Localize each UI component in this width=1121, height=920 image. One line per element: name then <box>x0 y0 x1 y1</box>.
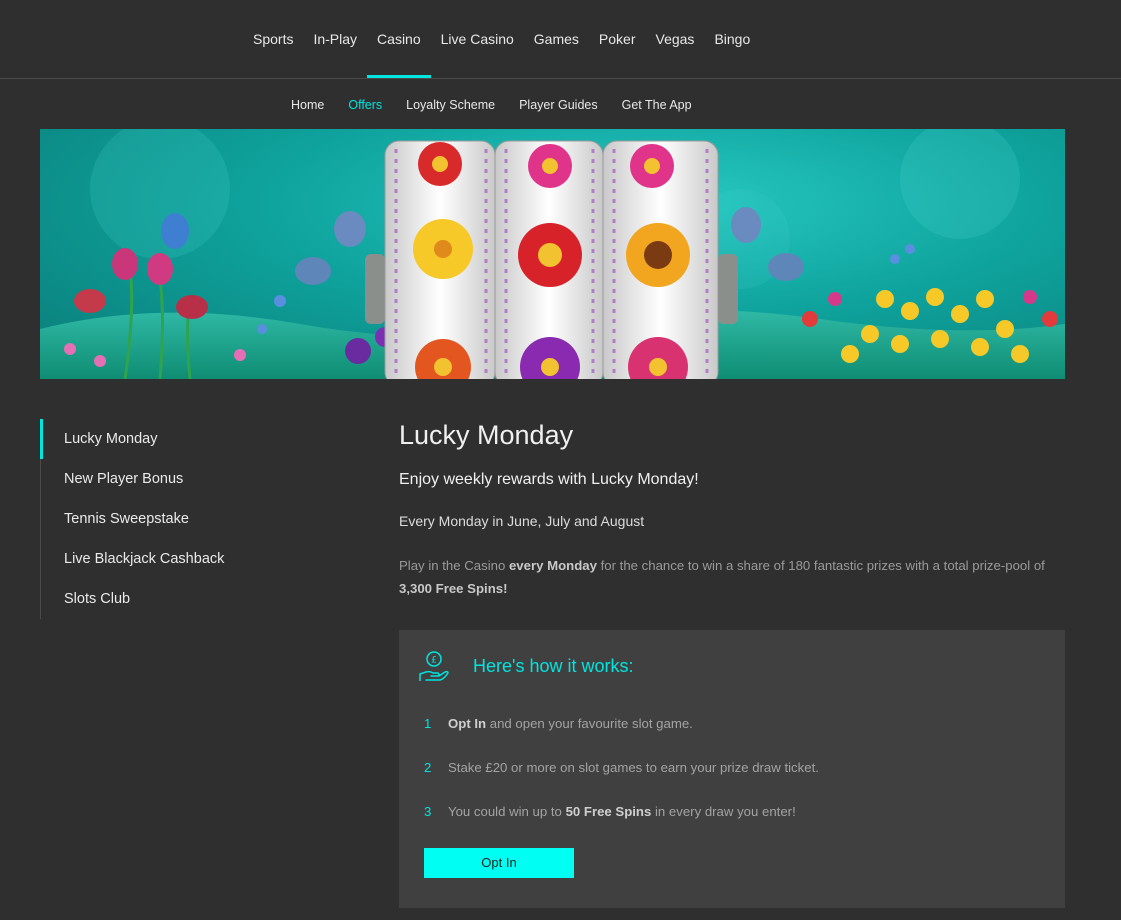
nav-bingo[interactable]: Bingo <box>704 0 760 78</box>
svg-text:£: £ <box>431 656 437 666</box>
desc-text-2: for the chance to win a share of 180 fan… <box>596 558 1045 573</box>
promo-dates: Every Monday in June, July and August <box>399 513 645 529</box>
nav-casino[interactable]: Casino <box>367 0 431 78</box>
desc-bold-1: every Monday <box>508 558 597 573</box>
main-nav: Sports In-Play Casino Live Casino Games … <box>0 0 1121 79</box>
subnav-get-the-app[interactable]: Get The App <box>612 79 702 131</box>
nav-in-play[interactable]: In-Play <box>303 0 367 78</box>
subnav-player-guides[interactable]: Player Guides <box>509 79 608 131</box>
nav-live-casino[interactable]: Live Casino <box>431 0 524 78</box>
opt-in-button[interactable]: Opt In <box>424 848 574 878</box>
step-2-number: 2 <box>424 760 432 775</box>
promo-description: Play in the Casino every Monday for the … <box>399 554 1049 600</box>
desc-bold-2: 3,300 Free Spins! <box>399 581 508 596</box>
side-item-live-blackjack-cashback[interactable]: Live Blackjack Cashback <box>41 539 300 579</box>
banner-illustration <box>40 129 1065 379</box>
how-it-works-panel: £ Here's how it works: 1 Opt In and open … <box>399 630 1065 908</box>
nav-poker[interactable]: Poker <box>589 0 646 78</box>
step-3-bold: 50 Free Spins <box>565 804 652 819</box>
step-2-text: Stake £20 or more on slot games to earn … <box>448 760 819 775</box>
sub-nav: Home Offers Loyalty Scheme Player Guides… <box>0 79 1121 129</box>
step-1-text: and open your favourite slot game. <box>486 716 693 731</box>
promo-lead: Enjoy weekly rewards with Lucky Monday! <box>399 471 699 488</box>
step-3-text-after: in every draw you enter! <box>651 804 796 819</box>
subnav-home[interactable]: Home <box>281 79 334 131</box>
side-item-tennis-sweepstake[interactable]: Tennis Sweepstake <box>41 499 300 539</box>
side-item-new-player-bonus[interactable]: New Player Bonus <box>41 459 300 499</box>
promo-content: Lucky Monday Enjoy weekly rewards with L… <box>399 415 1065 600</box>
desc-text-1: Play in the Casino <box>399 558 509 573</box>
step-3-text-before: You could win up to <box>448 804 566 819</box>
how-it-works-title: Here's how it works: <box>473 656 634 676</box>
step-1: 1 Opt In and open your favourite slot gam… <box>424 716 693 731</box>
subnav-offers[interactable]: Offers <box>338 79 392 131</box>
side-item-slots-club[interactable]: Slots Club <box>41 579 300 619</box>
step-3: 3 You could win up to 50 Free Spins in ev… <box>424 804 796 819</box>
step-2: 2 Stake £20 or more on slot games to earn… <box>424 760 819 775</box>
subnav-loyalty-scheme[interactable]: Loyalty Scheme <box>396 79 505 131</box>
slot-reels <box>365 140 738 379</box>
step-1-bold: Opt In <box>448 716 487 731</box>
offers-side-menu: Lucky Monday New Player Bonus Tennis Swe… <box>40 419 300 619</box>
nav-sports[interactable]: Sports <box>243 0 303 78</box>
side-item-lucky-monday[interactable]: Lucky Monday <box>40 419 300 459</box>
nav-games[interactable]: Games <box>524 0 589 78</box>
step-3-number: 3 <box>424 804 432 819</box>
hand-coin-icon: £ <box>419 651 449 681</box>
step-1-number: 1 <box>424 716 432 731</box>
page-title: Lucky Monday <box>399 420 574 450</box>
promo-banner <box>40 129 1065 379</box>
nav-vegas[interactable]: Vegas <box>646 0 705 78</box>
